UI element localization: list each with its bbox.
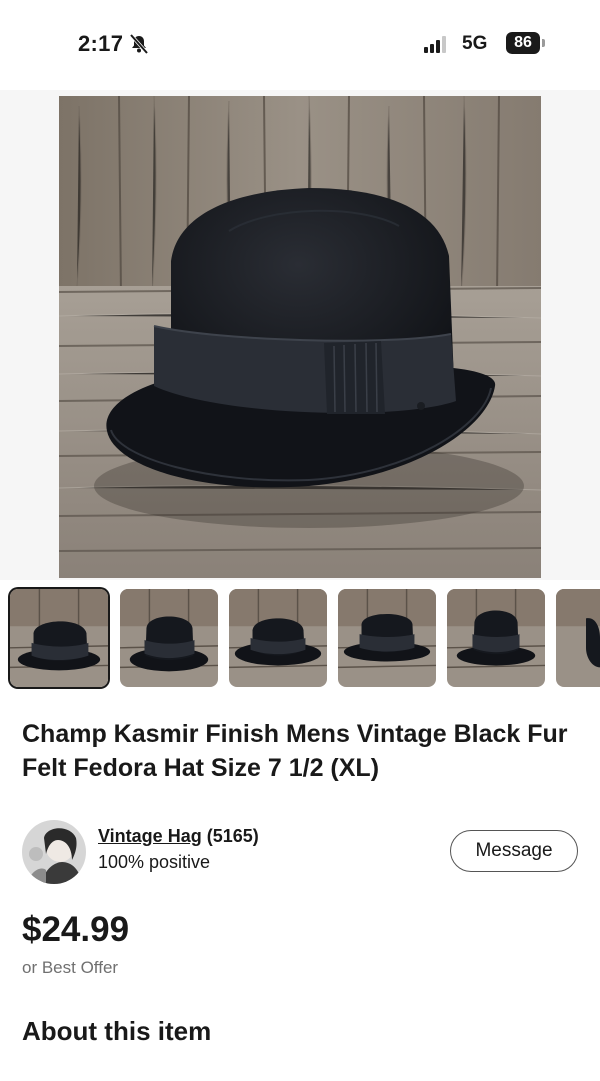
hero-image-area[interactable]: [0, 90, 600, 580]
thumbnail-5[interactable]: [447, 589, 545, 687]
thumbnail-strip[interactable]: [10, 589, 600, 689]
seller-positive-rating: 100% positive: [98, 852, 211, 872]
seller-name-link[interactable]: Vintage Hag: [98, 826, 202, 846]
seller-avatar[interactable]: [22, 820, 86, 884]
thumbnail-3[interactable]: [229, 589, 327, 687]
thumbnail-6[interactable]: [556, 589, 600, 687]
network-label: 5G: [462, 33, 488, 54]
about-item-heading: About this item: [22, 1016, 212, 1046]
status-bar: 2:17 5G 86: [0, 0, 600, 90]
thumbnail-4[interactable]: [338, 589, 436, 687]
battery-indicator: 86: [506, 32, 540, 54]
seller-name[interactable]: Vintage Hag (5165): [98, 826, 259, 847]
message-button[interactable]: Message: [450, 830, 578, 872]
thumbnail-1[interactable]: [10, 589, 108, 687]
status-time: 2:17: [78, 31, 124, 56]
bell-muted-icon: [129, 33, 149, 55]
best-offer-label: or Best Offer: [22, 958, 119, 977]
thumbnail-2[interactable]: [120, 589, 218, 687]
battery-tip: [542, 39, 545, 47]
signal-icon: [424, 36, 446, 53]
seller-feedback-count: (5165): [206, 826, 259, 846]
price: $24.99: [22, 910, 130, 949]
listing-title: Champ Kasmir Finish Mens Vintage Black F…: [22, 720, 568, 782]
hero-hat-image[interactable]: [59, 96, 541, 578]
